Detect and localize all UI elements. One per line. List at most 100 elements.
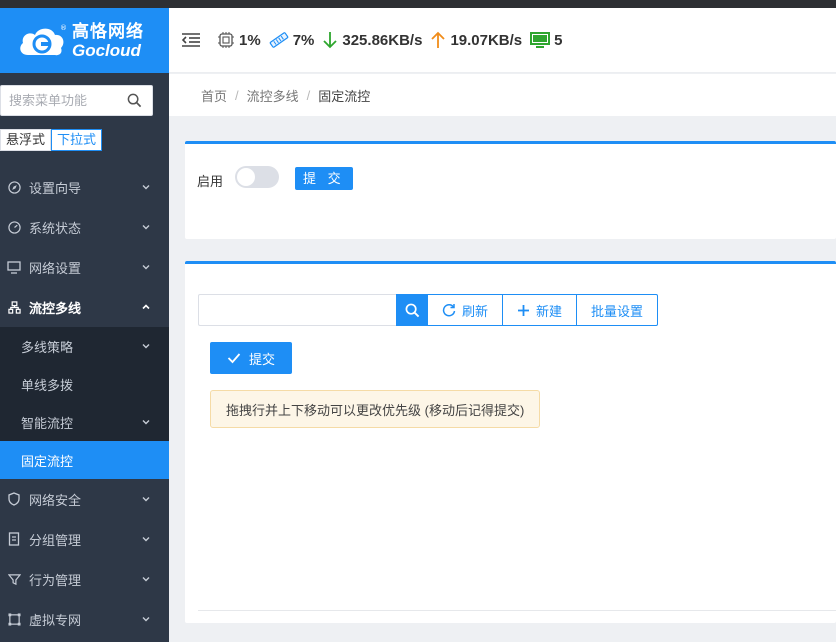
menu-item-traffic-multiline[interactable]: 流控多线 (0, 287, 169, 327)
logo-text: 高恪网络 Gocloud (72, 23, 144, 59)
chevron-down-icon (141, 180, 151, 195)
brand-name-en: Gocloud (72, 40, 141, 60)
breadcrumb-current: 固定流控 (318, 88, 371, 104)
menu-item-group-management[interactable]: 分组管理 (0, 519, 169, 559)
plus-icon (518, 304, 530, 316)
new-label: 新建 (536, 303, 563, 319)
sidebar: ® 高恪网络 Gocloud 悬浮式 下拉式 设置向导 系统状态 网络设置 (0, 8, 169, 642)
card-divider (198, 610, 836, 611)
chevron-down-icon (141, 220, 151, 235)
menu-label: 流控多线 (29, 300, 82, 316)
enable-toggle[interactable] (235, 166, 279, 188)
cpu-value: 1% (239, 31, 261, 49)
mode-floating-button[interactable]: 悬浮式 (0, 129, 52, 151)
clients-value: 5 (554, 31, 563, 49)
new-button[interactable]: 新建 (503, 294, 578, 326)
shield-icon (6, 491, 22, 507)
compass-icon (6, 179, 22, 195)
sub-item-label: 单线多拨 (21, 377, 74, 393)
chevron-down-icon (141, 339, 151, 354)
priority-tip: 拖拽行并上下移动可以更改优先级 (移动后记得提交) (210, 390, 541, 428)
download-stat: 325.86KB/s (322, 31, 422, 49)
batch-settings-button[interactable]: 批量设置 (577, 294, 659, 326)
main-menu: 设置向导 系统状态 网络设置 流控多线 多线策略 单线多拨 智能流控 固定流控 … (0, 167, 169, 639)
breadcrumb-separator: / (235, 87, 239, 103)
sub-item-single-line-multi-dial[interactable]: 单线多拨 (0, 365, 169, 403)
enable-submit-button[interactable]: 提 交 (295, 167, 353, 190)
rules-toolbar: 刷新 新建 批量设置 (198, 294, 659, 326)
collapse-menu-icon[interactable] (181, 32, 201, 48)
refresh-button[interactable]: 刷新 (428, 294, 504, 326)
menu-search-box (0, 85, 153, 116)
monitor-icon (530, 32, 551, 48)
sub-item-label: 多线策略 (21, 339, 74, 355)
cloud-logo-icon: ® (16, 21, 68, 61)
menu-item-behavior-management[interactable]: 行为管理 (0, 559, 169, 599)
monitor-icon (6, 259, 22, 275)
sub-item-label: 固定流控 (21, 453, 74, 469)
menu-label: 网络设置 (29, 260, 82, 276)
check-icon (227, 353, 241, 364)
upload-value: 19.07KB/s (450, 31, 523, 49)
search-icon (405, 303, 419, 317)
menu-label: 分组管理 (29, 532, 82, 548)
rules-search-input[interactable] (198, 294, 396, 326)
menu-item-network-settings[interactable]: 网络设置 (0, 247, 169, 287)
enable-label: 启用 (197, 174, 224, 189)
funnel-icon (6, 571, 22, 587)
top-header: 1% 7% 325.86KB/s 19.07KB/s 5 (169, 8, 836, 73)
menu-item-vpn[interactable]: 虚拟专网 (0, 599, 169, 639)
menu-label: 设置向导 (29, 180, 82, 196)
upload-stat: 19.07KB/s (430, 31, 522, 49)
menu-label: 虚拟专网 (29, 612, 82, 628)
menu-item-network-security[interactable]: 网络安全 (0, 479, 169, 519)
chevron-down-icon (141, 415, 151, 430)
sub-item-fixed-traffic[interactable]: 固定流控 (0, 441, 169, 479)
rules-card: 刷新 新建 批量设置 提交 拖拽行并上下移动可以更改优先级 (移动后记得提交) (185, 261, 836, 623)
arrow-down-icon (323, 32, 338, 49)
search-icon[interactable] (127, 93, 142, 111)
brand-name-cn: 高恪网络 (72, 21, 144, 41)
batch-settings-label: 批量设置 (591, 303, 644, 319)
memory-stat: 7% (269, 31, 315, 49)
menu-search-input[interactable] (1, 86, 119, 115)
menu-item-setup-wizard[interactable]: 设置向导 (0, 167, 169, 207)
arrow-up-icon (431, 31, 446, 48)
clients-stat: 5 (530, 31, 563, 49)
gauge-icon (6, 219, 22, 235)
breadcrumb-home[interactable]: 首页 (201, 86, 227, 105)
breadcrumb-traffic-multiline[interactable]: 流控多线 (247, 86, 299, 105)
breadcrumb-separator: / (306, 87, 311, 103)
memory-icon (269, 32, 288, 48)
toggle-knob (237, 168, 255, 186)
menu-label: 行为管理 (29, 572, 82, 588)
sub-item-label: 智能流控 (21, 415, 74, 431)
vpn-icon (6, 611, 22, 627)
refresh-icon (442, 304, 456, 317)
cpu-icon (218, 32, 234, 48)
enable-card: 启用 提 交 (185, 141, 836, 239)
chevron-down-icon (141, 260, 151, 275)
rules-search-button[interactable] (396, 294, 428, 326)
sub-item-multiline-policy[interactable]: 多线策略 (0, 327, 169, 365)
mode-dropdown-button[interactable]: 下拉式 (51, 129, 103, 151)
rules-submit-button[interactable]: 提交 (210, 342, 292, 374)
menu-label: 系统状态 (29, 220, 82, 236)
menu-label: 网络安全 (29, 492, 82, 508)
svg-text:®: ® (60, 24, 67, 32)
menu-mode-switch: 悬浮式 下拉式 (0, 129, 103, 151)
sub-item-smart-traffic[interactable]: 智能流控 (0, 403, 169, 441)
chevron-down-icon (141, 612, 151, 627)
download-value: 325.86KB/s (342, 31, 423, 49)
submenu-traffic-multiline: 多线策略 单线多拨 智能流控 固定流控 (0, 327, 169, 479)
menu-item-system-status[interactable]: 系统状态 (0, 207, 169, 247)
rules-submit-label: 提交 (248, 351, 275, 367)
memory-value: 7% (292, 31, 315, 49)
chevron-down-icon (141, 492, 151, 507)
cpu-stat: 1% (217, 31, 261, 49)
chevron-down-icon (141, 532, 151, 547)
network-icon (6, 299, 22, 315)
logo[interactable]: ® 高恪网络 Gocloud (0, 8, 169, 73)
refresh-label: 刷新 (462, 303, 489, 319)
document-icon (6, 531, 22, 547)
